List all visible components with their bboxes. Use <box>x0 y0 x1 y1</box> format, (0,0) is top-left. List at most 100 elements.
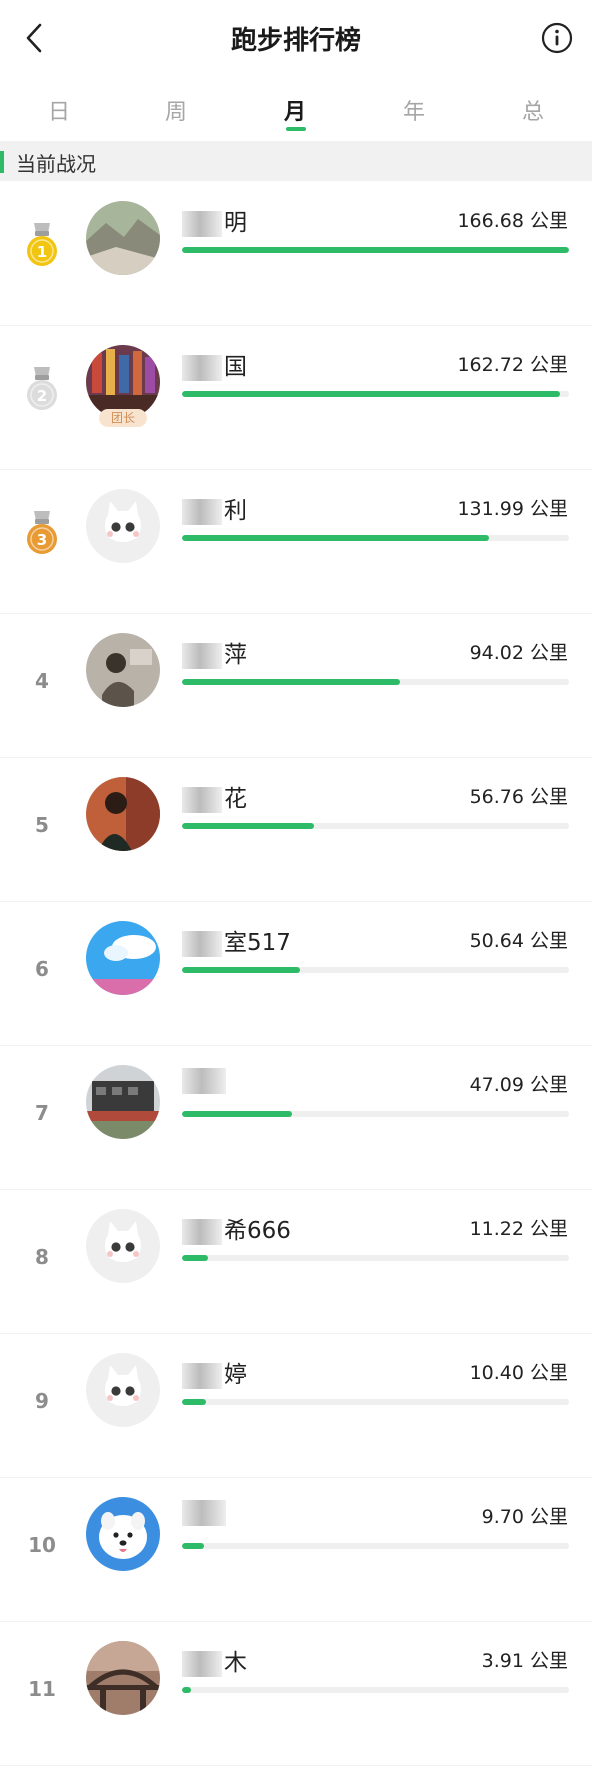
distance-value: 3.91 公里 <box>481 1650 568 1672</box>
rank-number: 11 <box>28 1677 56 1701</box>
user-avatar[interactable] <box>86 1497 160 1571</box>
progress-fill <box>182 679 401 685</box>
progress-track <box>182 679 569 685</box>
user-name: 木 <box>182 1643 247 1677</box>
section-accent-bar <box>0 151 4 173</box>
user-avatar[interactable] <box>86 345 160 419</box>
user-name: 婷 <box>182 1355 247 1389</box>
user-avatar[interactable] <box>86 1641 160 1715</box>
redacted-name-block <box>182 786 222 813</box>
distance-value: 50.64 公里 <box>469 930 568 952</box>
rank-number: 8 <box>35 1245 49 1269</box>
distance-value: 94.02 公里 <box>469 642 568 664</box>
user-avatar[interactable] <box>86 921 160 995</box>
ranking-row[interactable]: 4 萍 94.02 公里 <box>0 613 592 758</box>
rank-number: 6 <box>35 957 49 981</box>
tab-week[interactable]: 周 <box>146 94 206 126</box>
gold-medal-icon: 1 <box>24 221 60 269</box>
progress-fill <box>182 1687 191 1693</box>
progress-track <box>182 1399 569 1405</box>
progress-fill <box>182 967 300 973</box>
user-avatar[interactable] <box>86 1209 160 1283</box>
user-name: 室517 <box>182 923 291 957</box>
svg-text:2: 2 <box>37 387 47 405</box>
user-avatar[interactable] <box>86 201 160 275</box>
progress-track <box>182 823 569 829</box>
ranking-row[interactable]: 1 明 166.68 公里 <box>0 181 592 326</box>
user-name: 利 <box>182 491 247 525</box>
progress-track <box>182 1255 569 1261</box>
progress-fill <box>182 1111 292 1117</box>
redacted-name-block <box>182 498 222 525</box>
tab-year[interactable]: 年 <box>384 94 444 126</box>
tab-month[interactable]: 月 <box>265 94 325 126</box>
distance-value: 162.72 公里 <box>457 354 568 376</box>
user-name-text: 花 <box>224 786 247 812</box>
ranking-row[interactable]: 11 木 3.91 公里 <box>0 1621 592 1766</box>
tab-total[interactable]: 总 <box>503 94 563 126</box>
progress-track <box>182 247 569 253</box>
rank-number: 5 <box>35 813 49 837</box>
progress-fill <box>182 247 569 253</box>
user-name-text: 萍 <box>224 642 247 668</box>
section-title: 当前战况 <box>16 152 96 176</box>
progress-fill <box>182 1399 206 1405</box>
user-avatar[interactable] <box>86 1353 160 1427</box>
app-header: 跑步排行榜 <box>0 0 592 78</box>
progress-fill <box>182 823 314 829</box>
info-icon[interactable] <box>540 21 574 55</box>
redacted-name-block <box>182 1650 222 1677</box>
ranking-row[interactable]: 3 利 131.99 公里 <box>0 469 592 614</box>
user-avatar[interactable] <box>86 633 160 707</box>
distance-value: 131.99 公里 <box>457 498 568 520</box>
redacted-name-block <box>182 1362 222 1389</box>
redacted-name-block <box>182 1499 226 1526</box>
redacted-name-block <box>182 930 222 957</box>
user-name-text: 国 <box>224 354 247 380</box>
rank-number: 10 <box>28 1533 56 1557</box>
rank-number: 7 <box>35 1101 49 1125</box>
svg-text:1: 1 <box>37 243 47 261</box>
silver-medal-icon: 2 <box>24 365 60 413</box>
user-avatar[interactable] <box>86 777 160 851</box>
ranking-row[interactable]: 6 室517 50.64 公里 <box>0 901 592 1046</box>
distance-value: 9.70 公里 <box>481 1506 568 1528</box>
ranking-row[interactable]: 5 花 56.76 公里 <box>0 757 592 902</box>
user-name: 明 <box>182 203 247 237</box>
user-name-text: 室517 <box>224 930 291 956</box>
tab-day[interactable]: 日 <box>29 94 89 126</box>
distance-value: 56.76 公里 <box>469 786 568 808</box>
redacted-name-block <box>182 1218 222 1245</box>
distance-value: 166.68 公里 <box>457 210 568 232</box>
ranking-row[interactable]: 9 婷 10.40 公里 <box>0 1333 592 1478</box>
redacted-name-block <box>182 210 222 237</box>
progress-fill <box>182 535 489 541</box>
ranking-row[interactable]: 10 9.70 公里 <box>0 1477 592 1622</box>
rank-number: 9 <box>35 1389 49 1413</box>
progress-track <box>182 1111 569 1117</box>
user-avatar[interactable] <box>86 489 160 563</box>
ranking-row[interactable]: 7 47.09 公里 <box>0 1045 592 1190</box>
ranking-row[interactable]: 8 希666 11.22 公里 <box>0 1189 592 1334</box>
progress-fill <box>182 391 560 397</box>
user-name-text: 希666 <box>224 1218 291 1244</box>
page-title: 跑步排行榜 <box>230 26 361 56</box>
period-tabs: 日 周 月 年 总 <box>0 86 592 136</box>
distance-value: 11.22 公里 <box>469 1218 568 1240</box>
progress-track <box>182 967 569 973</box>
progress-track <box>182 535 569 541</box>
user-name-text: 明 <box>224 210 247 236</box>
ranking-row[interactable]: 2 团长 国 162.72 公里 <box>0 325 592 470</box>
bronze-medal-icon: 3 <box>24 509 60 557</box>
section-header: 当前战况 <box>0 141 592 181</box>
active-tab-indicator <box>286 127 306 131</box>
distance-value: 47.09 公里 <box>469 1074 568 1096</box>
rank-number: 4 <box>35 669 49 693</box>
distance-value: 10.40 公里 <box>469 1362 568 1384</box>
user-name <box>182 1067 228 1094</box>
progress-track <box>182 391 569 397</box>
leader-badge: 团长 <box>99 409 147 427</box>
user-avatar[interactable] <box>86 1065 160 1139</box>
progress-fill <box>182 1543 205 1549</box>
user-name: 希666 <box>182 1211 291 1245</box>
